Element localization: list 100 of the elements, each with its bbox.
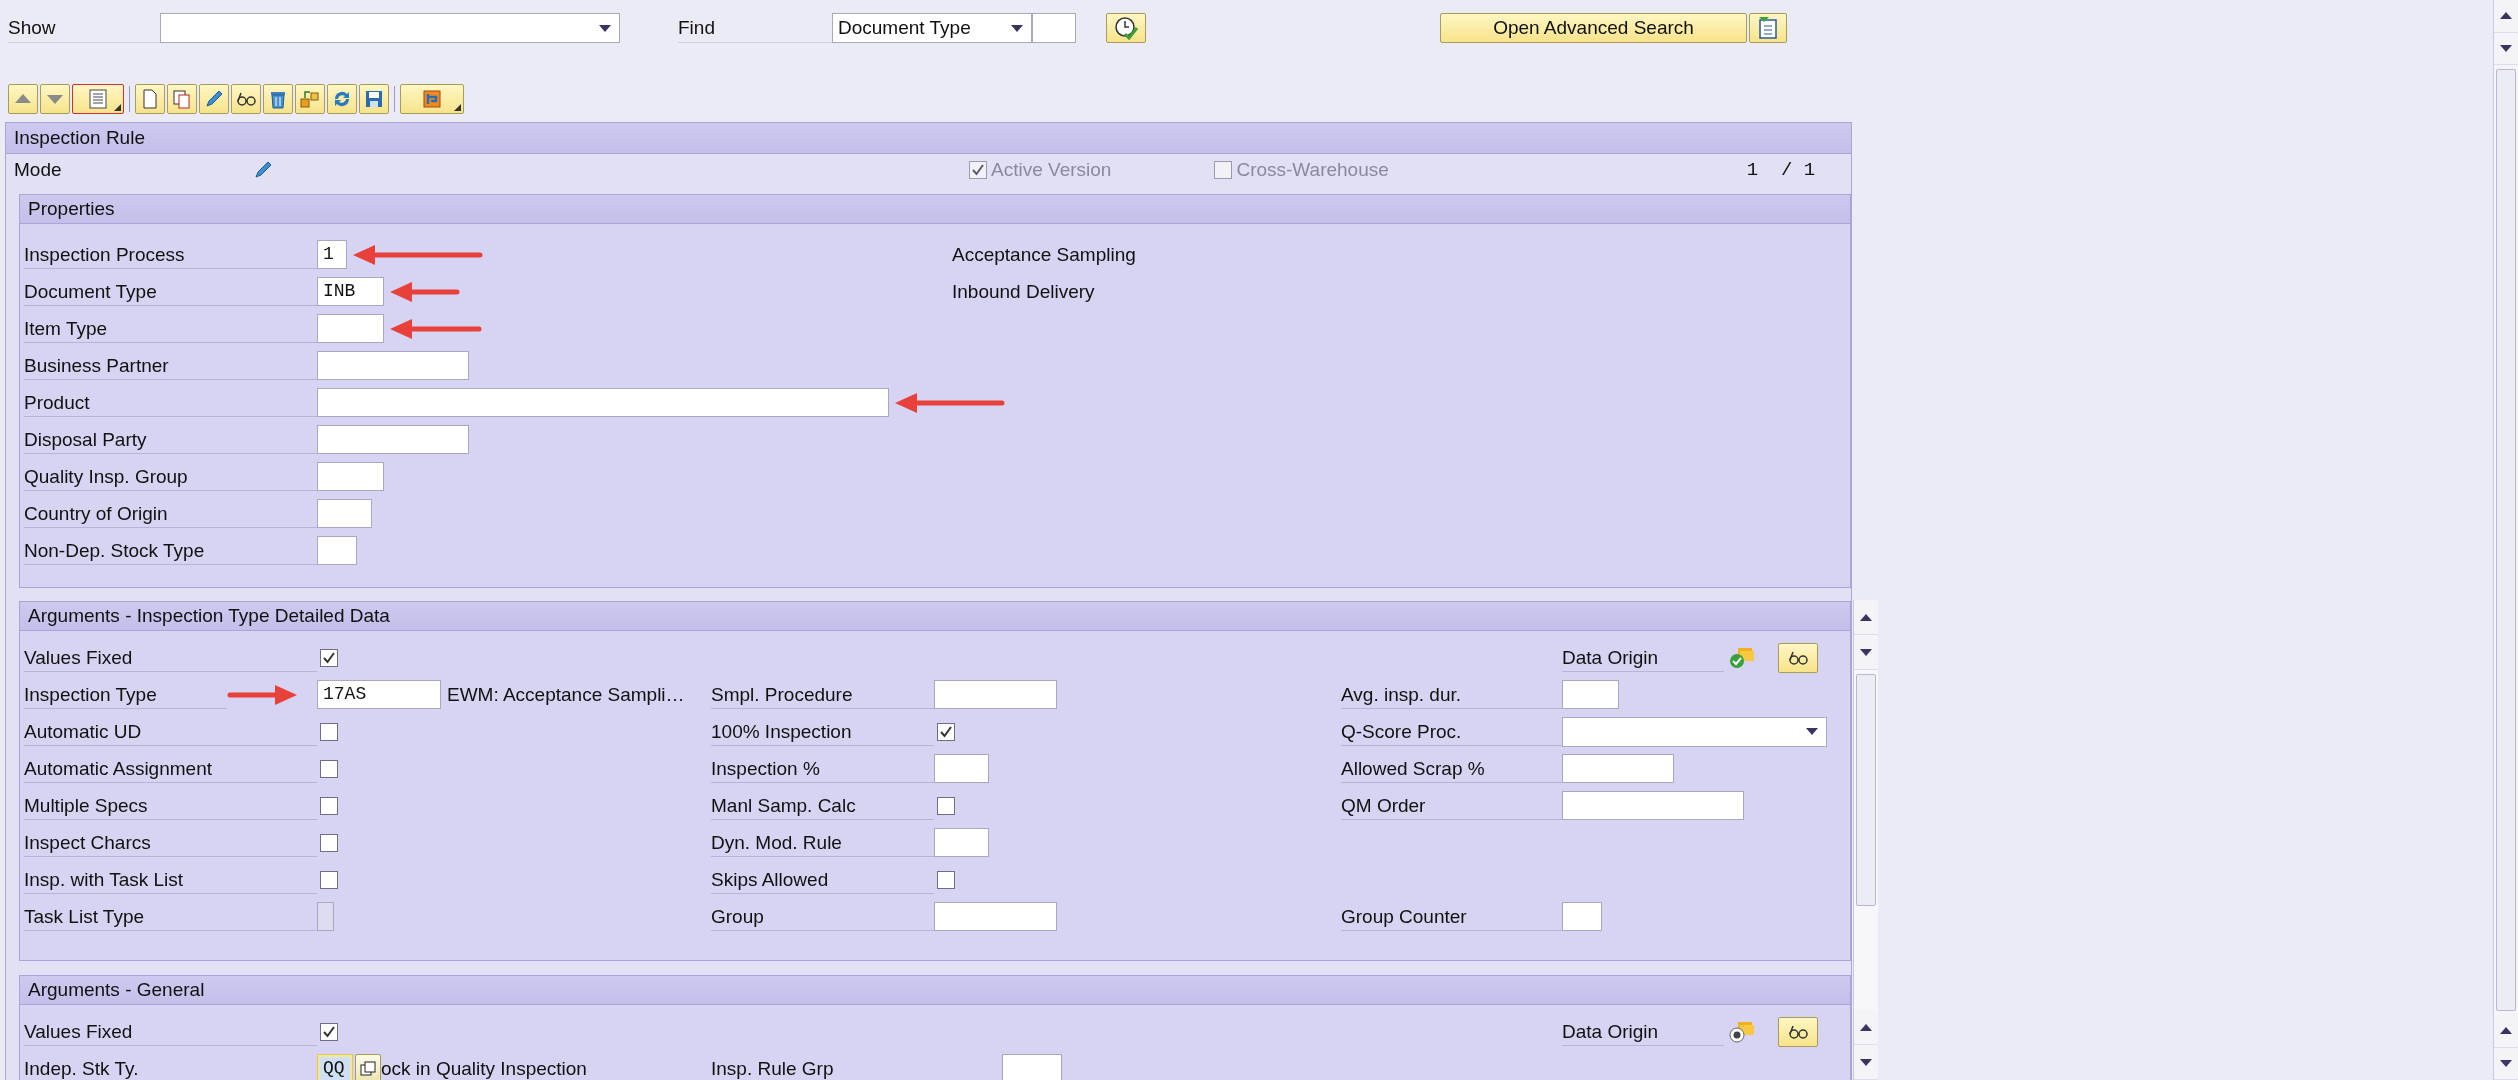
- checkbox[interactable]: [969, 161, 987, 179]
- input-field[interactable]: [934, 754, 989, 783]
- input-field[interactable]: [1562, 754, 1674, 783]
- menu-corner-icon: [114, 104, 121, 111]
- panel-title: Inspection Rule: [6, 123, 1851, 154]
- field-label: Mode: [14, 159, 63, 181]
- dropdown-arrow-icon: [1806, 728, 1818, 735]
- input-field[interactable]: [317, 351, 469, 380]
- dropdown-field[interactable]: Document Type: [832, 13, 1032, 43]
- checkbox[interactable]: [937, 722, 955, 741]
- checkbox[interactable]: [937, 870, 955, 889]
- input-field[interactable]: [1562, 902, 1602, 931]
- field-label: Country of Origin: [24, 499, 317, 528]
- previous-button[interactable]: [8, 84, 38, 114]
- checkbox[interactable]: [320, 796, 338, 815]
- checkbox[interactable]: [320, 870, 338, 889]
- scroll-up-icon: [1860, 1023, 1872, 1031]
- scrollbar[interactable]: [1853, 600, 1878, 1080]
- field-label: Non-Dep. Stock Type: [24, 536, 317, 565]
- scroll-down-icon: [2500, 44, 2512, 52]
- scroll-up-icon: [1860, 613, 1872, 621]
- pencil-icon: [203, 88, 225, 110]
- input-field[interactable]: [1032, 13, 1076, 43]
- section-title: Arguments - General: [20, 976, 1850, 1005]
- refresh-button[interactable]: [327, 84, 357, 114]
- list-button[interactable]: [72, 84, 124, 114]
- section-title: Properties: [20, 195, 1850, 224]
- input-field[interactable]: 17AS: [317, 680, 441, 709]
- input-field: [317, 902, 334, 931]
- dropdown-field[interactable]: [160, 13, 620, 43]
- checkbox-label: Active Version: [991, 159, 1112, 181]
- save-icon: [363, 88, 385, 110]
- field-label: Product: [24, 388, 317, 417]
- dropdown-arrow-icon: [599, 24, 611, 32]
- input-field[interactable]: [317, 314, 384, 343]
- advanced-search-button[interactable]: Open Advanced Search: [1440, 13, 1747, 43]
- display-button[interactable]: [231, 84, 261, 114]
- checkbox[interactable]: [320, 759, 338, 778]
- layout-icon: [421, 88, 443, 110]
- execute-button[interactable]: [1106, 13, 1146, 43]
- input-field[interactable]: [317, 536, 357, 565]
- input-field[interactable]: [1562, 791, 1744, 820]
- field-label: Inspection Process: [24, 240, 317, 269]
- input-field[interactable]: [934, 902, 1057, 931]
- scrollbar[interactable]: [2493, 0, 2518, 1080]
- input-field[interactable]: [934, 828, 989, 857]
- edit-button[interactable]: [199, 84, 229, 114]
- input-field[interactable]: QQ: [317, 1054, 353, 1080]
- field-label: Values Fixed: [24, 643, 317, 672]
- field-description: Inbound Delivery: [952, 280, 1095, 303]
- next-button[interactable]: [40, 84, 70, 114]
- input-field[interactable]: [317, 462, 384, 491]
- transport-button[interactable]: [295, 84, 325, 114]
- scroll-down-icon: [1860, 648, 1872, 656]
- field-label: Data Origin: [1562, 1017, 1724, 1046]
- input-field[interactable]: INB: [317, 277, 384, 306]
- field-label: Manl Samp. Calc: [711, 791, 934, 820]
- save-button[interactable]: [359, 84, 389, 114]
- copy-icon: [360, 1060, 376, 1077]
- section-title: Arguments - Inspection Type Detailed Data: [20, 602, 1850, 631]
- field-description: ock in Quality Inspection: [381, 1057, 587, 1080]
- layout-button[interactable]: [400, 84, 464, 114]
- field-label: Skips Allowed: [711, 865, 934, 894]
- input-field[interactable]: [317, 425, 469, 454]
- display-button[interactable]: [1778, 1016, 1818, 1047]
- dropdown-field[interactable]: [1562, 716, 1827, 747]
- menu-corner-icon: [454, 104, 461, 111]
- input-field[interactable]: [934, 680, 1057, 709]
- value-help-button[interactable]: [355, 1054, 381, 1080]
- scroll-up-icon: [2500, 1027, 2512, 1035]
- new-button[interactable]: [135, 84, 165, 114]
- clock-check-icon: [1113, 15, 1139, 41]
- checkbox[interactable]: [1214, 161, 1233, 179]
- copy-button[interactable]: [167, 84, 197, 114]
- checkbox[interactable]: [320, 648, 338, 667]
- copy-icon: [171, 88, 193, 110]
- panel-icon: [1757, 16, 1779, 40]
- input-field[interactable]: [317, 499, 372, 528]
- field-label: Inspect Charcs: [24, 828, 317, 857]
- field-label: Automatic Assignment: [24, 754, 317, 783]
- field-description: EWM: Acceptance Sampli…: [447, 683, 685, 706]
- field-label: Multiple Specs: [24, 791, 317, 820]
- checkbox[interactable]: [320, 833, 338, 852]
- input-field[interactable]: 1: [317, 240, 347, 269]
- display-button[interactable]: [1778, 642, 1818, 673]
- field-label: Data Origin: [1562, 643, 1724, 672]
- checkbox[interactable]: [937, 796, 955, 815]
- scroll-down-icon: [1860, 1058, 1872, 1066]
- panel-button[interactable]: [1749, 13, 1787, 43]
- field-label: Insp. with Task List: [24, 865, 317, 894]
- delete-button[interactable]: [263, 84, 293, 114]
- dropdown-arrow-icon: [1011, 24, 1023, 32]
- checkbox[interactable]: [320, 722, 338, 741]
- checkbox[interactable]: [320, 1022, 338, 1041]
- input-field[interactable]: [317, 388, 889, 417]
- input-field[interactable]: [1562, 680, 1619, 709]
- page-counter: 1 / 1: [1746, 159, 1816, 181]
- field-label: Quality Insp. Group: [24, 462, 317, 491]
- field-label: 100% Inspection: [711, 717, 934, 746]
- input-field[interactable]: [1002, 1054, 1062, 1080]
